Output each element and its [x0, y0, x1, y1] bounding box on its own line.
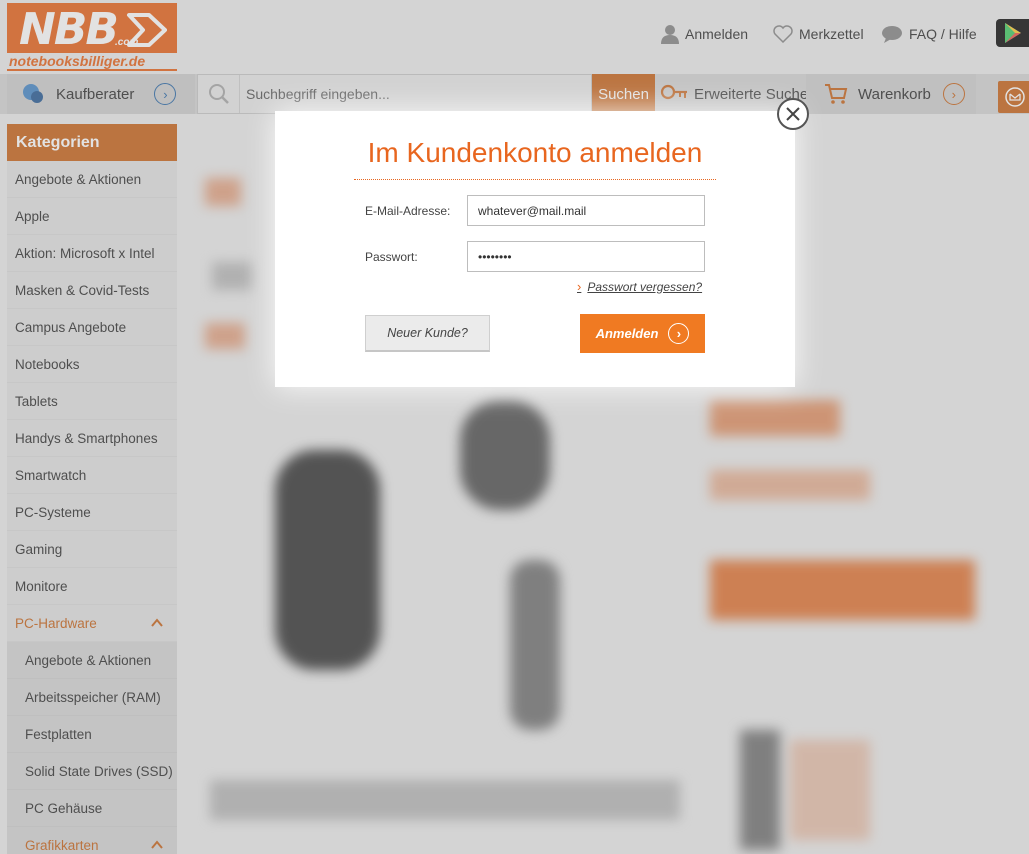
title-divider: [354, 179, 716, 180]
email-label: E-Mail-Adresse:: [365, 204, 451, 218]
login-button-label: Anmelden: [595, 326, 659, 341]
close-icon: [786, 107, 800, 121]
new-customer-button[interactable]: Neuer Kunde?: [365, 315, 490, 352]
chevron-right-circle-icon: ›: [668, 323, 690, 344]
forgot-password-label: Passwort vergessen?: [587, 279, 703, 294]
close-modal-button[interactable]: [777, 98, 809, 130]
chevron-right-icon: ›: [577, 279, 582, 294]
password-label: Passwort:: [365, 250, 418, 264]
password-field[interactable]: [467, 241, 705, 272]
email-field[interactable]: [467, 195, 705, 226]
forgot-password-link[interactable]: › Passwort vergessen?: [577, 279, 702, 294]
login-button[interactable]: Anmelden ›: [580, 314, 705, 353]
login-modal: Im Kundenkonto anmelden E-Mail-Adresse: …: [275, 111, 795, 387]
modal-title: Im Kundenkonto anmelden: [367, 137, 703, 168]
